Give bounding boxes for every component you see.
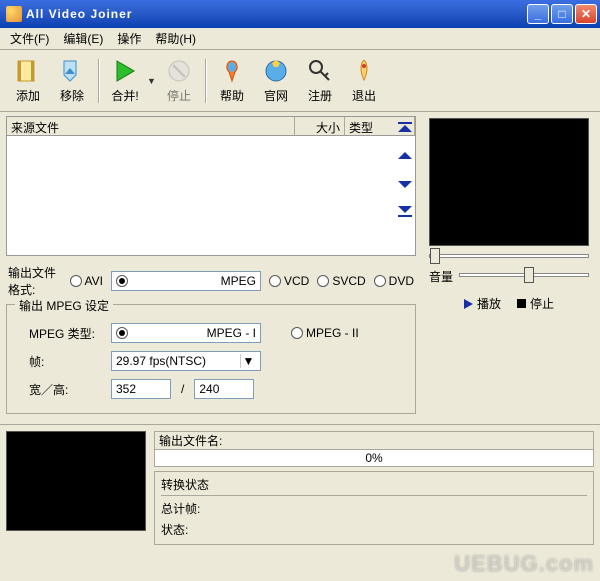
slash: / [181,382,184,396]
col-source[interactable]: 来源文件 [7,117,295,135]
format-avi[interactable]: AVI [70,274,103,288]
format-svcd[interactable]: SVCD [317,274,365,288]
width-input[interactable]: 352 [111,379,171,399]
stop-button[interactable]: 停止 [157,54,201,108]
menu-edit[interactable]: 编辑(E) [57,28,109,49]
rocket-icon [350,57,378,85]
register-button[interactable]: 注册 [298,54,342,108]
menu-action[interactable]: 操作 [111,28,147,49]
stop-playback-button[interactable]: 停止 [517,295,554,312]
format-mpeg[interactable]: MPEG [111,271,261,291]
output-format-row: 输出文件格式: AVI MPEG VCD SVCD DVD [6,256,416,302]
exit-button[interactable]: 退出 [342,54,386,108]
play-icon [464,299,473,309]
remove-icon [58,57,86,85]
seek-slider[interactable] [429,254,589,258]
separator [98,59,99,103]
help-icon [218,57,246,85]
mpeg-settings: 输出 MPEG 设定 MPEG 类型: MPEG - I MPEG - II 帧… [6,304,416,414]
key-icon [306,57,334,85]
wh-label: 宽／高: [29,381,101,398]
fps-select[interactable]: 29.97 fps(NTSC)▼ [111,351,261,371]
remove-button[interactable]: 移除 [50,54,94,108]
watermark: UEBUG.com [454,551,594,577]
fps-label: 帧: [29,353,101,370]
main-area: 来源文件 大小 类型 输出文件格式: AVI MPEG VCD SVCD DVD… [0,112,600,418]
reorder-controls [398,122,412,220]
col-size[interactable]: 大小 [295,117,345,135]
output-thumbnail [6,431,146,531]
format-vcd[interactable]: VCD [269,274,309,288]
menu-file[interactable]: 文件(F) [4,28,55,49]
bottom-panel: 输出文件名: 0% 转换状态 总计帧: 状态: [0,424,600,551]
preview-panel [429,118,589,246]
status-header: 转换状态 [161,476,587,496]
move-top-button[interactable] [398,122,412,136]
progress-bar: 0% [154,449,594,467]
add-button[interactable]: 添加 [6,54,50,108]
mpeg-type-label: MPEG 类型: [29,325,101,342]
close-button[interactable]: ✕ [575,4,597,24]
stop-square-icon [517,299,526,308]
volume-slider[interactable] [459,273,589,277]
move-down-button[interactable] [398,178,412,192]
filmstrip-icon [14,57,42,85]
minimize-button[interactable]: _ [527,4,549,24]
file-list-header: 来源文件 大小 类型 [6,116,416,136]
format-dvd[interactable]: DVD [374,274,414,288]
chevron-down-icon: ▼ [240,354,256,368]
mpeg-legend: 输出 MPEG 设定 [15,297,113,314]
output-format-label: 输出文件格式: [8,264,62,298]
status-box: 转换状态 总计帧: 状态: [154,471,594,545]
stop-icon [165,57,193,85]
menu-help[interactable]: 帮助(H) [149,28,202,49]
play-button[interactable]: 播放 [464,295,501,312]
merge-dropdown[interactable]: ▼ [147,76,157,86]
mpeg-type-1[interactable]: MPEG - I [111,323,261,343]
volume-label: 音量 [429,268,453,285]
output-filename-label: 输出文件名: [154,431,594,449]
site-button[interactable]: 官网 [254,54,298,108]
window-title: All Video Joiner [26,7,525,21]
toolbar: 添加 移除 合并! ▼ 停止 帮助 官网 注册 [0,50,600,112]
mpeg-type-2[interactable]: MPEG - II [291,326,359,340]
status-row: 状态: [161,519,587,540]
titlebar: All Video Joiner _ □ ✕ [0,0,600,28]
move-bottom-button[interactable] [398,206,412,220]
menubar: 文件(F) 编辑(E) 操作 帮助(H) [0,28,600,50]
help-button[interactable]: 帮助 [210,54,254,108]
merge-button[interactable]: 合并! [103,54,147,108]
height-input[interactable]: 240 [194,379,254,399]
move-up-button[interactable] [398,150,412,164]
app-icon [6,6,22,22]
play-icon [111,57,139,85]
separator [205,59,206,103]
total-frames-row: 总计帧: [161,498,587,519]
file-list[interactable] [6,136,416,256]
globe-icon [262,57,290,85]
maximize-button[interactable]: □ [551,4,573,24]
